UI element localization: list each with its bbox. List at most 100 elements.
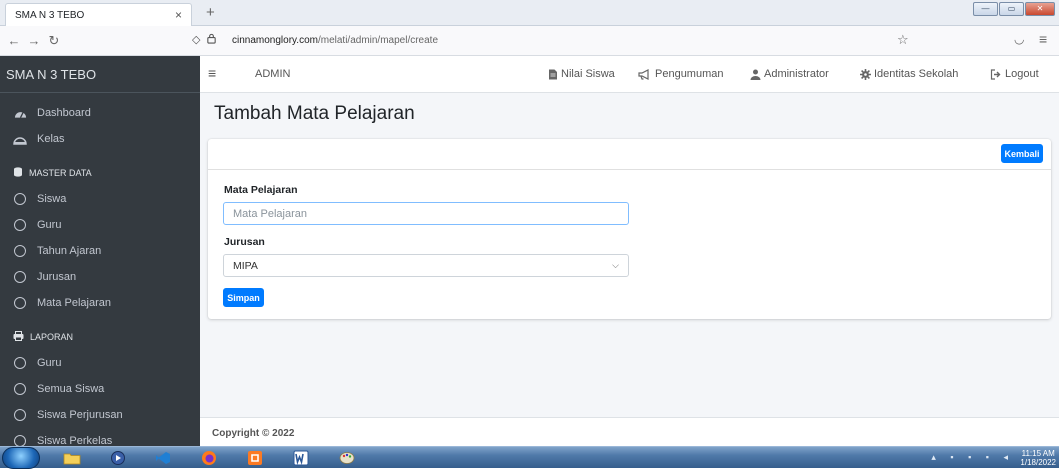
nav-label: Pengumuman bbox=[655, 68, 724, 80]
forward-arrow-icon[interactable]: → bbox=[24, 33, 44, 48]
lock-icon[interactable] bbox=[206, 33, 217, 47]
circle-icon bbox=[13, 218, 27, 232]
vscode-icon[interactable] bbox=[143, 449, 183, 467]
jurusan-label: Jurusan bbox=[224, 236, 265, 248]
back-arrow-icon[interactable]: ← bbox=[4, 33, 24, 48]
url-bar[interactable]: cinnamonglory.com/melati/admin/mapel/cre… bbox=[232, 35, 438, 46]
shield-icon[interactable]: ◇ bbox=[192, 33, 200, 47]
sidebar-item-label: Dashboard bbox=[37, 107, 91, 119]
circle-icon bbox=[13, 270, 27, 284]
system-tray-icons[interactable]: ▴ ▪ ▪ ▪ ◂ bbox=[931, 452, 1014, 463]
sidebar-item-kelas[interactable]: Kelas bbox=[0, 126, 200, 152]
mata-pelajaran-input[interactable] bbox=[223, 202, 629, 225]
file-icon bbox=[549, 69, 557, 79]
xampp-icon[interactable] bbox=[235, 449, 275, 467]
sidebar-item-label: Siswa Perjurusan bbox=[37, 409, 123, 421]
url-security-icons: ◇ bbox=[192, 33, 217, 47]
nav-identitas-sekolah[interactable]: Identitas Sekolah bbox=[860, 68, 958, 80]
hamburger-menu-icon[interactable]: ≡ bbox=[1039, 31, 1047, 47]
database-icon bbox=[13, 166, 23, 180]
close-window-button[interactable]: ✕ bbox=[1025, 2, 1055, 16]
sidebar-item-label: Siswa bbox=[37, 193, 67, 205]
sidebar-item-dashboard[interactable]: Dashboard bbox=[0, 100, 200, 126]
sidebar-header-master: MASTER DATA bbox=[0, 160, 200, 186]
sidebar-item-siswa-perjurusan[interactable]: Siswa Perjurusan bbox=[0, 402, 200, 428]
nav-label: Administrator bbox=[764, 68, 829, 80]
os-taskbar: ▴ ▪ ▪ ▪ ◂ 11:15 AM 1/18/2022 bbox=[0, 446, 1059, 469]
circle-icon bbox=[13, 434, 27, 446]
mata-pelajaran-label: Mata Pelajaran bbox=[224, 184, 298, 196]
nav-label: Logout bbox=[1005, 68, 1039, 80]
sidebar-item-siswa[interactable]: Siswa bbox=[0, 186, 200, 212]
reload-icon[interactable]: ↻ bbox=[44, 33, 64, 49]
form-card: Kembali Mata Pelajaran Jurusan MIPA ⌵ Si… bbox=[208, 139, 1051, 319]
start-button[interactable] bbox=[2, 447, 40, 469]
save-button[interactable]: Simpan bbox=[223, 288, 264, 307]
circle-icon bbox=[13, 356, 27, 370]
sidebar-item-semua-siswa[interactable]: Semua Siswa bbox=[0, 376, 200, 402]
maximize-button[interactable]: ▭ bbox=[999, 2, 1024, 16]
sidebar-item-label: Guru bbox=[37, 357, 62, 369]
nav-logout[interactable]: Logout bbox=[990, 68, 1039, 80]
new-tab-button[interactable]: + bbox=[206, 4, 215, 21]
card-header: Kembali bbox=[208, 139, 1051, 170]
clock-time: 11:15 AM bbox=[1021, 449, 1055, 458]
bookmark-star-icon[interactable]: ☆ bbox=[897, 32, 909, 48]
sidebar-header-label: LAPORAN bbox=[30, 332, 74, 342]
sidebar-item-guru[interactable]: Guru bbox=[0, 212, 200, 238]
tab-title: SMA N 3 TEBO bbox=[15, 9, 85, 21]
circle-icon bbox=[13, 296, 27, 310]
sidebar-item-label: Tahun Ajaran bbox=[37, 245, 102, 257]
window-controls: — ▭ ✕ bbox=[973, 2, 1055, 16]
hamburger-menu-icon[interactable]: ≡ bbox=[208, 65, 216, 81]
nav-administrator[interactable]: Administrator bbox=[750, 68, 829, 80]
browser-nav-bar: ← → ↻ ◇ cinnamonglory.com/melati/admin/m… bbox=[0, 26, 1059, 56]
sidebar-header-laporan: LAPORAN bbox=[0, 324, 200, 350]
browser-tab[interactable]: SMA N 3 TEBO × bbox=[5, 3, 192, 26]
sidebar-item-siswa-perkelas[interactable]: Siswa Perkelas bbox=[0, 428, 200, 446]
paint-icon[interactable] bbox=[327, 449, 367, 467]
page-title: Tambah Mata Pelajaran bbox=[214, 103, 415, 124]
sidebar-item-label: Siswa Perkelas bbox=[37, 435, 113, 446]
sidebar-header-label: MASTER DATA bbox=[29, 168, 92, 178]
nav-pengumuman[interactable]: Pengumuman bbox=[638, 68, 724, 80]
copyright-text: Copyright © 2022 bbox=[212, 428, 295, 439]
circle-icon bbox=[13, 408, 27, 422]
sidebar-item-label: Jurusan bbox=[37, 271, 77, 283]
minimize-button[interactable]: — bbox=[973, 2, 998, 16]
sidebar-item-label: Kelas bbox=[37, 133, 65, 145]
user-icon bbox=[750, 69, 761, 80]
sidebar-item-jurusan[interactable]: Jurusan bbox=[0, 264, 200, 290]
sidebar: SMA N 3 TEBO Dashboard Kelas MASTER DATA… bbox=[0, 56, 200, 446]
nav-label: Nilai Siswa bbox=[561, 68, 615, 80]
circle-icon bbox=[13, 192, 27, 206]
clock-date: 1/18/2022 bbox=[1020, 458, 1056, 467]
sidebar-item-laporan-guru[interactable]: Guru bbox=[0, 350, 200, 376]
back-button[interactable]: Kembali bbox=[1001, 144, 1043, 163]
sidebar-item-label: Guru bbox=[37, 219, 62, 231]
word-icon[interactable] bbox=[281, 449, 321, 467]
chevron-down-icon: ⌵ bbox=[612, 260, 619, 270]
media-player-icon[interactable] bbox=[98, 449, 138, 467]
top-navbar: ≡ ADMIN Nilai Siswa Pengumuman Administr… bbox=[200, 56, 1059, 93]
firefox-icon[interactable] bbox=[189, 449, 229, 467]
sidebar-brand[interactable]: SMA N 3 TEBO bbox=[0, 56, 200, 93]
nav-label: Identitas Sekolah bbox=[874, 68, 959, 80]
url-path: /melati/admin/mapel/create bbox=[317, 35, 439, 46]
sidebar-item-mata-pelajaran[interactable]: Mata Pelajaran bbox=[0, 290, 200, 316]
kelas-icon bbox=[13, 132, 27, 146]
tab-close-icon[interactable]: × bbox=[175, 8, 182, 22]
circle-icon bbox=[13, 244, 27, 258]
sidebar-item-tahun-ajaran[interactable]: Tahun Ajaran bbox=[0, 238, 200, 264]
sidebar-item-label: Semua Siswa bbox=[37, 383, 105, 395]
taskbar-clock[interactable]: 11:15 AM 1/18/2022 bbox=[1020, 449, 1056, 467]
pocket-icon[interactable]: ◡ bbox=[1014, 32, 1024, 46]
circle-icon bbox=[13, 382, 27, 396]
nav-nilai-siswa[interactable]: Nilai Siswa bbox=[548, 68, 615, 80]
explorer-icon[interactable] bbox=[52, 449, 92, 467]
admin-label[interactable]: ADMIN bbox=[255, 68, 290, 80]
dashboard-icon bbox=[13, 106, 27, 120]
jurusan-selected-value: MIPA bbox=[233, 259, 258, 272]
jurusan-select[interactable]: MIPA ⌵ bbox=[223, 254, 629, 277]
footer: Copyright © 2022 bbox=[200, 417, 1059, 446]
